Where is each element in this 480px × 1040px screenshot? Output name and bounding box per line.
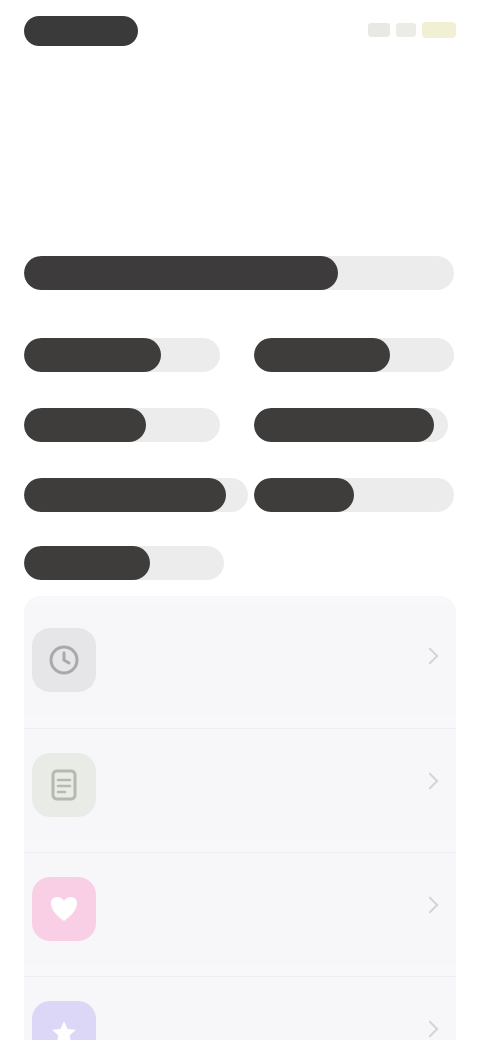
status-icons [368, 22, 456, 38]
option-chip-label [24, 347, 40, 362]
clock-icon [32, 628, 96, 692]
option-chip-3[interactable] [24, 408, 220, 442]
page-subtitle [24, 198, 200, 220]
option-chip-1[interactable] [24, 338, 220, 372]
option-chip-4[interactable] [254, 408, 448, 442]
wifi-icon [396, 23, 416, 37]
chevron-right-icon [421, 896, 439, 914]
option-chip-label [254, 487, 270, 502]
option-chip-2[interactable] [254, 338, 454, 372]
document-icon [32, 753, 96, 817]
heart-icon [32, 877, 96, 941]
option-chip-6[interactable] [254, 478, 454, 512]
option-chip-fill [24, 408, 146, 442]
list-item-subtitle [120, 670, 270, 684]
card-list [24, 596, 456, 1040]
option-chip-5[interactable] [24, 478, 248, 512]
progress-bar [24, 256, 454, 290]
option-chip-fill [254, 408, 435, 442]
progress-bar-fill [24, 256, 338, 290]
chevron-right-icon [421, 772, 439, 790]
list-item-title [120, 887, 240, 905]
list-item-title [120, 638, 240, 656]
chevron-right-icon [421, 647, 439, 665]
list-item[interactable] [24, 604, 456, 716]
option-chip-label [24, 555, 40, 570]
signal-icon [368, 23, 390, 37]
list-item[interactable] [24, 728, 456, 841]
list-item-subtitle [120, 919, 270, 933]
option-chip-fill [24, 338, 162, 372]
list-item[interactable] [24, 976, 456, 1040]
status-time [24, 16, 138, 46]
list-item-subtitle [120, 795, 270, 809]
list-item[interactable] [24, 852, 456, 965]
status-bar [0, 0, 480, 64]
option-chip-7[interactable] [24, 546, 224, 580]
option-chip-fill [254, 338, 390, 372]
option-chip-label [24, 487, 40, 502]
page-title [24, 166, 116, 186]
option-chip-fill [24, 478, 226, 512]
list-item-title [120, 1011, 240, 1029]
option-chip-label [254, 347, 270, 362]
chevron-right-icon [421, 1020, 439, 1038]
option-chip-fill [24, 546, 150, 580]
option-chip-label [24, 417, 40, 432]
list-item-title [120, 763, 240, 781]
option-chip-label [254, 417, 270, 432]
star-icon [32, 1001, 96, 1040]
battery-icon [422, 22, 456, 38]
